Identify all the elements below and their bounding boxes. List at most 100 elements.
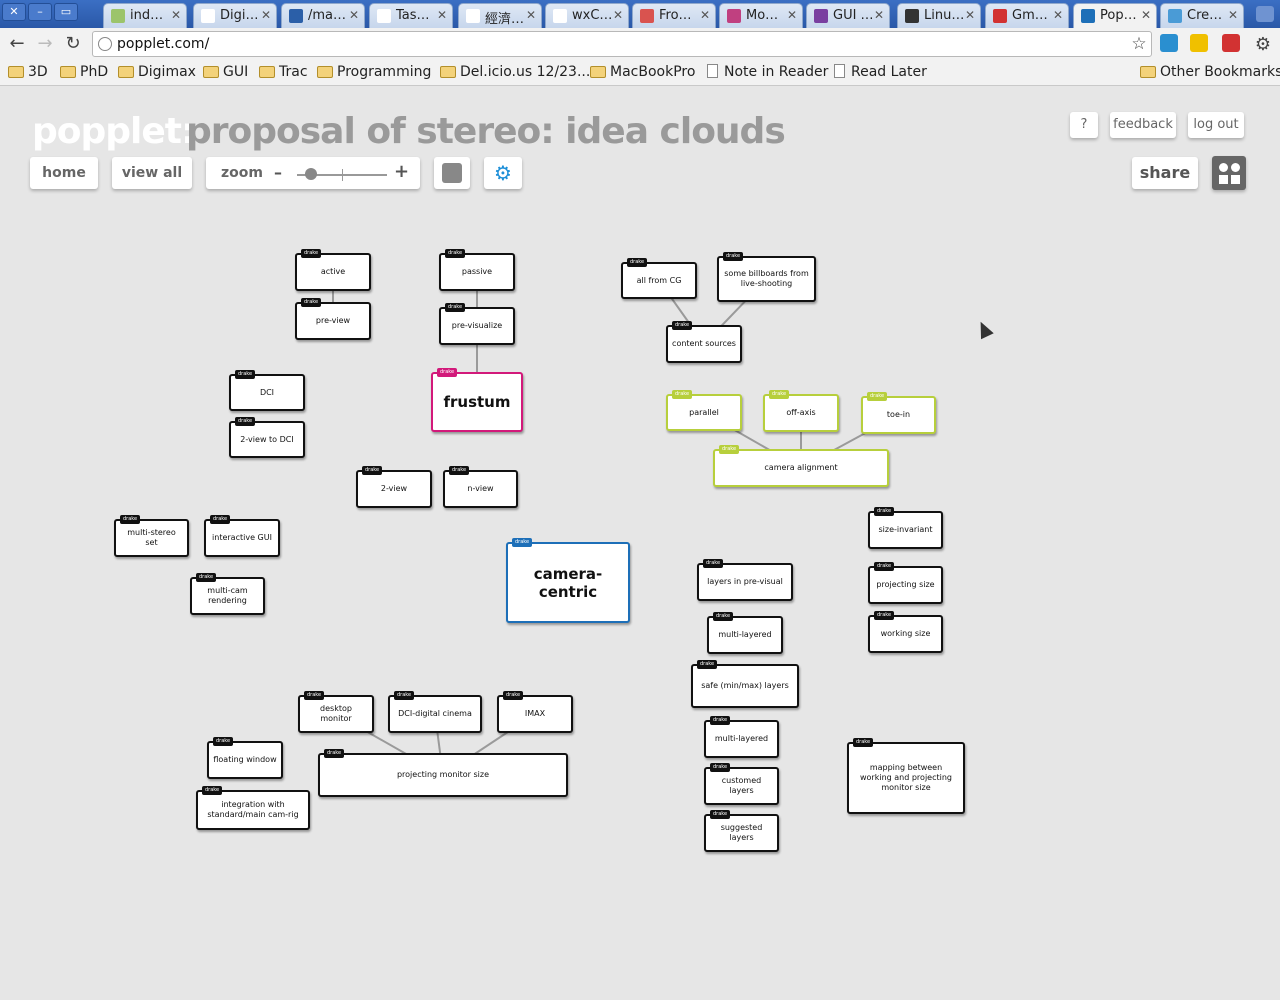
- popple-billboards[interactable]: drake some billboards from live-shooting: [717, 252, 816, 302]
- bookmark-item[interactable]: Read Later: [831, 64, 927, 80]
- popple-multi-layered-2[interactable]: drake multi-layered: [704, 716, 779, 758]
- tab-close-icon[interactable]: ✕: [1228, 8, 1238, 22]
- popple-toe-in[interactable]: drake toe-in: [861, 392, 936, 434]
- popple-integration[interactable]: drake integration with standard/main cam-…: [196, 786, 310, 830]
- bookmark-item[interactable]: Del.icio.us 12/23...: [440, 64, 590, 80]
- popple-dci[interactable]: drake DCI: [229, 370, 305, 411]
- browser-tab[interactable]: Mo… ✕: [719, 3, 803, 28]
- minimize-icon[interactable]: –: [28, 3, 52, 21]
- popple-frustum[interactable]: drake frustum: [431, 368, 523, 432]
- popple-multi-layered-1[interactable]: drake multi-layered: [707, 612, 783, 654]
- popple-projecting-size[interactable]: drake projecting size: [868, 562, 943, 604]
- address-bar[interactable]: popplet.com/: [92, 31, 1152, 57]
- popple-pre-visualize[interactable]: drake pre-visualize: [439, 303, 515, 345]
- popple-multi-cam-rendering[interactable]: drake multi-cam rendering: [190, 573, 265, 615]
- popplet-logo[interactable]: popplet:: [32, 111, 195, 152]
- tab-close-icon[interactable]: ✕: [700, 8, 710, 22]
- browser-tab[interactable]: GUI … ✕: [806, 3, 890, 28]
- reload-icon[interactable]: ↻: [62, 33, 84, 55]
- popple-projecting-monitor-size[interactable]: drake projecting monitor size: [318, 749, 568, 797]
- feedback-button[interactable]: feedback: [1110, 112, 1176, 138]
- bookmark-item[interactable]: Trac: [259, 64, 308, 80]
- bookmark-item[interactable]: Digimax: [118, 64, 196, 80]
- close-window-icon[interactable]: ✕: [2, 3, 26, 21]
- popple-off-axis[interactable]: drake off-axis: [763, 390, 839, 432]
- zoom-slider-thumb[interactable]: [304, 168, 317, 180]
- tab-close-icon[interactable]: ✕: [526, 8, 536, 22]
- share-button[interactable]: share: [1132, 157, 1198, 189]
- tab-close-icon[interactable]: ✕: [1141, 8, 1151, 22]
- popple-all-from-cg[interactable]: drake all from CG: [621, 258, 697, 299]
- popple-n-view[interactable]: drake n-view: [443, 466, 518, 508]
- zoom-out-button[interactable]: –: [274, 163, 282, 182]
- menu-grid-button[interactable]: [1212, 156, 1246, 190]
- tab-close-icon[interactable]: ✕: [437, 8, 447, 22]
- settings-button[interactable]: ⚙: [484, 157, 522, 189]
- view-all-button[interactable]: view all: [112, 157, 192, 189]
- extension-red-icon[interactable]: [1222, 34, 1240, 52]
- logout-button[interactable]: log out: [1188, 112, 1244, 138]
- browser-tab[interactable]: Digi… ✕: [193, 3, 277, 28]
- browser-tab[interactable]: Gm… ✕: [985, 3, 1069, 28]
- tab-close-icon[interactable]: ✕: [787, 8, 797, 22]
- popple-active[interactable]: drake active: [295, 249, 371, 291]
- popple-customed-layers[interactable]: drake customed layers: [704, 763, 779, 805]
- bookmark-item[interactable]: 3D: [8, 64, 48, 80]
- popple-pre-view[interactable]: drake pre-view: [295, 298, 371, 340]
- home-button[interactable]: home: [30, 157, 98, 189]
- bookmark-item[interactable]: PhD: [60, 64, 108, 80]
- popple-dci-digital-cinema[interactable]: drake DCI-digital cinema: [388, 691, 482, 733]
- browser-tab[interactable]: Fro… ✕: [632, 3, 716, 28]
- browser-tab[interactable]: Linu… ✕: [897, 3, 981, 28]
- popple-safe-layers[interactable]: drake safe (min/max) layers: [691, 660, 799, 708]
- extension-note-icon[interactable]: [1190, 34, 1208, 52]
- browser-tab[interactable]: 經濟… ✕: [458, 3, 542, 28]
- popplet-canvas[interactable]: drake active drake pre-view drake passive drak…: [0, 87, 1280, 1000]
- browser-tab[interactable]: Pop… ✕: [1073, 3, 1157, 29]
- back-icon[interactable]: ←: [6, 33, 28, 55]
- bookmark-item[interactable]: MacBookPro: [590, 64, 695, 80]
- popple-working-size[interactable]: drake working size: [868, 611, 943, 653]
- tab-close-icon[interactable]: ✕: [1053, 8, 1063, 22]
- popple-imax[interactable]: drake IMAX: [497, 691, 573, 733]
- tab-close-icon[interactable]: ✕: [965, 8, 975, 22]
- forward-icon[interactable]: →: [34, 33, 56, 55]
- popple-mapping[interactable]: drake mapping between working and project…: [847, 738, 965, 814]
- browser-tab[interactable]: Cre… ✕: [1160, 3, 1244, 28]
- bookmark-star-icon[interactable]: ☆: [1128, 33, 1150, 55]
- popple-size-invariant[interactable]: drake size-invariant: [868, 507, 943, 549]
- extension-blue-icon[interactable]: [1160, 34, 1178, 52]
- tab-close-icon[interactable]: ✕: [613, 8, 623, 22]
- popple-floating-window[interactable]: drake floating window: [207, 737, 283, 779]
- popple-camera-alignment[interactable]: drake camera alignment: [713, 445, 889, 487]
- tab-close-icon[interactable]: ✕: [874, 8, 884, 22]
- browser-tab[interactable]: /ma… ✕: [281, 3, 365, 28]
- bookmark-item[interactable]: GUI: [203, 64, 248, 80]
- popple-2-view[interactable]: drake 2-view: [356, 466, 432, 508]
- popple-parallel[interactable]: drake parallel: [666, 390, 742, 431]
- restore-icon[interactable]: ▭: [54, 3, 78, 21]
- tab-close-icon[interactable]: ✕: [261, 8, 271, 22]
- bookmark-item[interactable]: Other Bookmarks: [1140, 64, 1280, 80]
- tab-close-icon[interactable]: ✕: [349, 8, 359, 22]
- new-tab-button[interactable]: [1256, 6, 1274, 22]
- popple-interactive-gui[interactable]: drake interactive GUI: [204, 515, 280, 557]
- browser-tab[interactable]: Tas… ✕: [369, 3, 453, 28]
- wrench-icon[interactable]: ⚙: [1252, 34, 1274, 56]
- popple-desktop-monitor[interactable]: drake desktop monitor: [298, 691, 374, 733]
- zoom-in-button[interactable]: +: [394, 161, 409, 182]
- popple-suggested-layers[interactable]: drake suggested layers: [704, 810, 779, 852]
- popple-2-view-to-dci[interactable]: drake 2-view to DCI: [229, 417, 305, 458]
- popple-content-sources[interactable]: drake content sources: [666, 321, 742, 363]
- popple-passive[interactable]: drake passive: [439, 249, 515, 291]
- browser-tab[interactable]: wxC… ✕: [545, 3, 629, 28]
- color-picker-button[interactable]: [434, 157, 470, 189]
- bookmark-item[interactable]: Note in Reader: [704, 64, 828, 80]
- popple-multi-stereo-set[interactable]: drake multi-stereo set: [114, 515, 189, 557]
- tab-close-icon[interactable]: ✕: [171, 8, 181, 22]
- popple-camera-centric[interactable]: drake camera-centric: [506, 538, 630, 623]
- browser-tab[interactable]: ind… ✕: [103, 3, 187, 28]
- help-button[interactable]: ?: [1070, 112, 1098, 138]
- popple-layers-pre-visual[interactable]: drake layers in pre-visual: [697, 559, 793, 601]
- bookmark-item[interactable]: Programming: [317, 64, 431, 80]
